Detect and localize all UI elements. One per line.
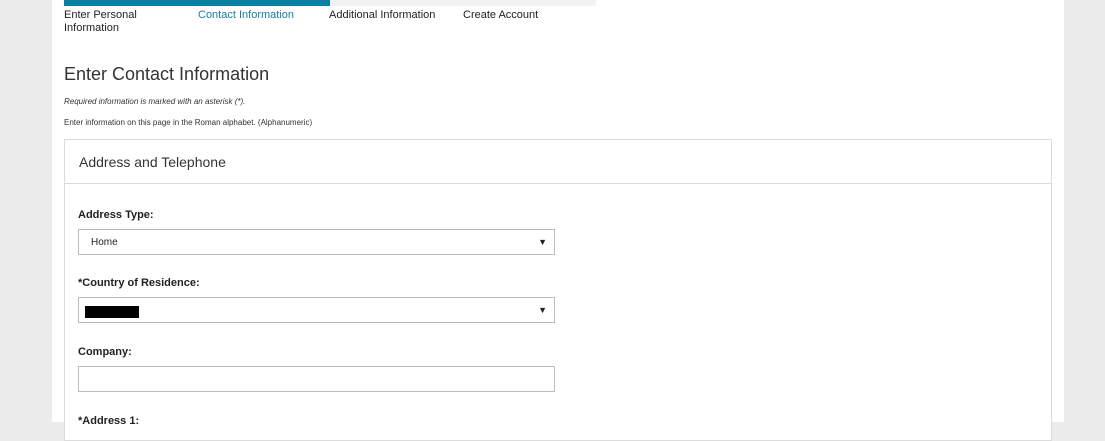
page-title: Enter Contact Information: [64, 64, 270, 84]
address-telephone-panel: Address and Telephone Address Type: Home…: [64, 139, 1052, 441]
step-contact-information[interactable]: Contact Information: [198, 9, 294, 22]
alphabet-note: Enter information on this page in the Ro…: [64, 118, 313, 127]
chevron-down-icon: ▼: [538, 305, 547, 315]
address-type-value: Home: [91, 237, 118, 248]
country-label: *Country of Residence:: [78, 277, 200, 289]
country-select[interactable]: ▼: [78, 297, 555, 323]
progress-bar-fill: [64, 0, 330, 6]
company-input[interactable]: [78, 366, 555, 392]
step-create-account[interactable]: Create Account: [463, 9, 538, 22]
chevron-down-icon: ▼: [538, 237, 547, 247]
step-additional-information[interactable]: Additional Information: [329, 9, 435, 22]
company-label: Company:: [78, 346, 132, 358]
page-container: Enter Personal Information Contact Infor…: [52, 0, 1064, 441]
address1-label: *Address 1:: [78, 415, 140, 427]
address-type-select[interactable]: Home ▼: [78, 229, 555, 255]
step-enter-personal-information[interactable]: Enter Personal Information: [64, 9, 164, 35]
address-type-label: Address Type:: [78, 209, 154, 221]
required-note: Required information is marked with an a…: [64, 97, 246, 106]
redacted-value: [85, 306, 139, 318]
panel-title: Address and Telephone: [65, 140, 1051, 184]
progress-bar: [64, 0, 596, 6]
